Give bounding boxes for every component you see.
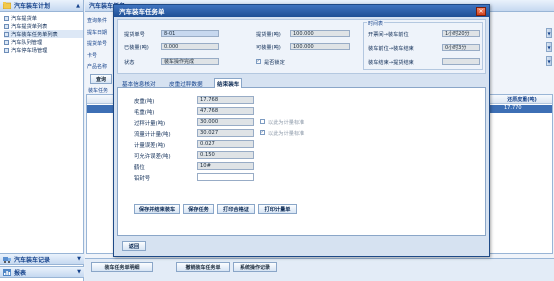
left-nav: 汽车装车计划 ▲ 汽车提货单 汽车提货单列表 汽车装车任务单列表 汽车队列管理 …: [0, 0, 84, 281]
crane-position-field[interactable]: 10#: [197, 162, 254, 170]
nav-section-label: 汽车装车记录: [14, 256, 51, 264]
dialog-title: 汽车装车任务单: [114, 5, 489, 17]
timeline-title: 时间表: [367, 20, 385, 27]
loaded-qty-label: 已装量(吨): [124, 45, 149, 51]
bottom-toolbar: [85, 258, 554, 281]
locked-label: 是否锁定: [264, 60, 285, 66]
crane-position-label: 鹤位: [134, 165, 145, 171]
back-button[interactable]: 返回: [122, 241, 146, 251]
task-detail-button[interactable]: 装车任务单明细: [91, 262, 153, 272]
time-row-label: 开票间→装车前位: [368, 32, 409, 38]
nav-item-label: 汽车停车场管理: [11, 47, 48, 54]
flowmeter-standard-checkbox[interactable]: ✓: [260, 130, 265, 135]
nav-section-reports[interactable]: 报表 ▼: [0, 266, 84, 278]
close-icon[interactable]: ✕: [476, 7, 486, 16]
grid-col-header[interactable]: 还原皮重(吨): [500, 95, 544, 103]
loaded-qty-field[interactable]: 0.000: [161, 43, 219, 50]
report-icon: [3, 268, 11, 276]
task-dialog: 汽车装车任务单 ✕ 提货单号 8-01 提货量(吨) 100.000 已装量(吨…: [113, 4, 490, 257]
print-measure-button[interactable]: 打印计量单: [258, 204, 297, 214]
tare-weight-field[interactable]: 17.768: [197, 96, 254, 104]
nav-item-parking[interactable]: 汽车停车场管理: [4, 46, 83, 54]
pickup-no-field[interactable]: 8-01: [161, 30, 219, 37]
scale-measure-label: 过秤计量(吨): [134, 121, 166, 127]
measure-error-field[interactable]: 0.027: [197, 140, 254, 148]
status-label: 状态: [124, 60, 135, 66]
chevron-down-icon[interactable]: ▼: [546, 56, 552, 66]
query-button[interactable]: 查询: [90, 74, 112, 84]
tab-tare-data[interactable]: 皮重过秤数据: [167, 79, 205, 88]
scale-standard-checkbox[interactable]: [260, 119, 265, 124]
grid-title: 装车任务: [88, 88, 109, 94]
time-row-value[interactable]: [442, 58, 480, 65]
flowmeter-standard-label: 以此为计量标准: [268, 131, 305, 137]
loadable-qty-label: 可装量(吨): [256, 45, 281, 51]
save-task-button[interactable]: 保存任务: [183, 204, 214, 214]
time-row-label: 装车结束→提货结束: [368, 60, 414, 66]
seal-no-label: 铅封号: [134, 176, 151, 182]
nav-item-pickup-order[interactable]: 汽车提货单: [4, 14, 83, 22]
allowed-error-field[interactable]: 0.150: [197, 151, 254, 159]
time-row-value[interactable]: 1小时20分: [442, 30, 480, 37]
doc-icon: [4, 31, 9, 37]
cancel-task-button[interactable]: 撤销装车任务单: [176, 262, 230, 272]
chevron-down-icon[interactable]: ▼: [546, 42, 552, 52]
save-and-finish-button[interactable]: 保存并结束装车: [134, 204, 180, 214]
tab-strip: 基本信息核对 皮重过秤数据 结束装车: [117, 78, 486, 88]
measure-error-label: 计量误差(吨): [134, 143, 166, 149]
expand-icon[interactable]: ▼: [77, 269, 81, 275]
nav-item-pickup-list[interactable]: 汽车提货单列表: [4, 22, 83, 30]
tab-basic-info[interactable]: 基本信息核对: [120, 79, 158, 88]
collapse-icon[interactable]: ▲: [76, 3, 80, 9]
locked-checkbox[interactable]: ✓: [256, 59, 261, 64]
flowmeter-measure-field[interactable]: 30.027: [197, 129, 254, 137]
grid-cell: 17.770: [504, 105, 522, 111]
doc-icon: [4, 39, 9, 45]
operation-log-button[interactable]: 系统操作记录: [233, 262, 277, 272]
scale-standard-label: 以此为计量标准: [268, 120, 305, 126]
flowmeter-measure-label: 流量计计量(吨): [134, 132, 171, 138]
pickup-no-label: 提货单号: [124, 32, 145, 38]
doc-icon: [4, 15, 9, 21]
time-row-label: 装车前位→装车结束: [368, 46, 414, 52]
gross-weight-field[interactable]: 47.768: [197, 107, 254, 115]
doc-icon: [4, 47, 9, 53]
status-field[interactable]: 装车操作完成: [161, 58, 219, 65]
finish-loading-panel: 皮重(吨) 17.768 毛重(吨) 47.768 过秤计量(吨) 30.000…: [117, 88, 486, 236]
nav-header[interactable]: 汽车装车计划 ▲: [0, 0, 83, 12]
folder-icon: [3, 2, 11, 9]
nav-section-records[interactable]: 汽车装车记录 ▼: [0, 253, 84, 265]
nav-item-label: 汽车提货单列表: [11, 23, 48, 30]
doc-icon: [4, 23, 9, 29]
nav-item-label: 汽车队列管理: [11, 39, 43, 46]
chevron-down-icon[interactable]: ▼: [546, 28, 552, 38]
gross-weight-label: 毛重(吨): [134, 110, 155, 116]
tare-weight-label: 皮重(吨): [134, 99, 155, 105]
nav-item-queue[interactable]: 汽车队列管理: [4, 38, 83, 46]
nav-header-label: 汽车装车计划: [14, 3, 51, 10]
seal-no-field[interactable]: [197, 173, 254, 181]
pickup-qty-label: 提货量(吨): [256, 32, 281, 38]
pickup-qty-field[interactable]: 100.000: [290, 30, 350, 37]
truck-icon: [3, 256, 11, 263]
task-summary: 提货单号 8-01 提货量(吨) 100.000 已装量(吨) 0.000 可装…: [117, 19, 486, 74]
timeline-box: 时间表 开票间→装车前位 1小时20分 装车前位→装车结束 0小时3分 装车结束…: [363, 20, 483, 70]
tab-finish-loading[interactable]: 结束装车: [214, 78, 243, 88]
allowed-error-label: 可允许误差(吨): [134, 154, 171, 160]
loadable-qty-field[interactable]: 100.000: [290, 43, 350, 50]
time-row-value[interactable]: 0小时3分: [442, 44, 480, 51]
print-certificate-button[interactable]: 打印合格证: [217, 204, 255, 214]
nav-item-task-list[interactable]: 汽车装车任务单列表: [4, 30, 83, 38]
expand-icon[interactable]: ▼: [77, 256, 81, 262]
scale-measure-field[interactable]: 30.000: [197, 118, 254, 126]
nav-item-label: 汽车装车任务单列表: [11, 31, 58, 38]
nav-tree: 汽车提货单 汽车提货单列表 汽车装车任务单列表 汽车队列管理 汽车停车场管理: [0, 12, 83, 54]
nav-item-label: 汽车提货单: [11, 15, 37, 22]
nav-section-label: 报表: [14, 269, 27, 277]
